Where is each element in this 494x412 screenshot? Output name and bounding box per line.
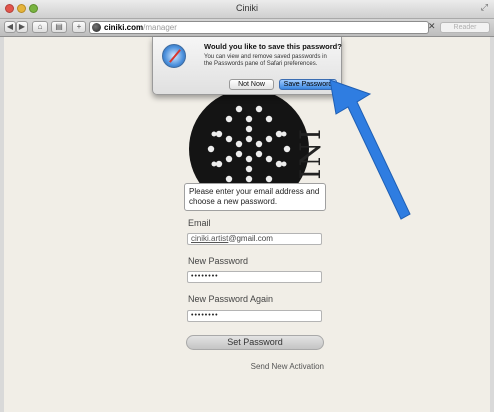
new-password-again-label: New Password Again xyxy=(188,294,274,304)
save-password-dialog: Would you like to save this password? Yo… xyxy=(152,37,342,95)
url-path: /manager xyxy=(143,23,177,32)
dialog-title: Would you like to save this password? xyxy=(204,42,342,51)
not-now-button[interactable]: Not Now xyxy=(229,79,274,90)
new-password-again-field[interactable]: •••••••• xyxy=(187,310,322,322)
email-user: ciniki.artist xyxy=(191,234,229,243)
email-field[interactable]: ciniki.artist@gmail.com xyxy=(187,233,322,245)
add-bookmark-button[interactable]: + xyxy=(72,21,86,33)
browser-window: Ciniki ⤢ ◀ ▶ ⌂ ▤ + ciniki.com/manager ✕ … xyxy=(0,0,494,412)
save-password-button[interactable]: Save Password xyxy=(279,79,337,90)
fullscreen-icon[interactable]: ⤢ xyxy=(481,2,488,13)
reader-button[interactable]: Reader xyxy=(440,22,490,33)
new-password-field[interactable]: •••••••• xyxy=(187,271,322,283)
email-label: Email xyxy=(188,218,211,228)
back-button[interactable]: ◀ xyxy=(4,21,16,33)
compass-needle xyxy=(169,49,181,63)
bookmarks-button[interactable]: ▤ xyxy=(51,21,67,33)
browser-toolbar: ◀ ▶ ⌂ ▤ + ciniki.com/manager ✕ Reader xyxy=(0,19,494,37)
send-new-activation-link[interactable]: Send New Activation xyxy=(4,362,324,371)
forward-button[interactable]: ▶ xyxy=(16,21,28,33)
set-password-button[interactable]: Set Password xyxy=(186,335,324,350)
address-bar[interactable]: ciniki.com/manager xyxy=(89,21,429,34)
window-title: Ciniki xyxy=(235,3,258,13)
title-bar: Ciniki ⤢ xyxy=(0,0,494,19)
email-domain: @gmail.com xyxy=(228,234,273,243)
url-domain: ciniki.com xyxy=(104,23,144,32)
clear-url-icon[interactable]: ✕ xyxy=(428,21,436,32)
safari-compass-icon xyxy=(162,44,186,68)
site-icon xyxy=(92,23,101,32)
home-button[interactable]: ⌂ xyxy=(32,21,48,33)
instructions-message: Please enter your email address and choo… xyxy=(184,183,326,211)
dialog-body: You can view and remove saved passwords … xyxy=(204,54,327,67)
new-password-label: New Password xyxy=(188,256,249,266)
